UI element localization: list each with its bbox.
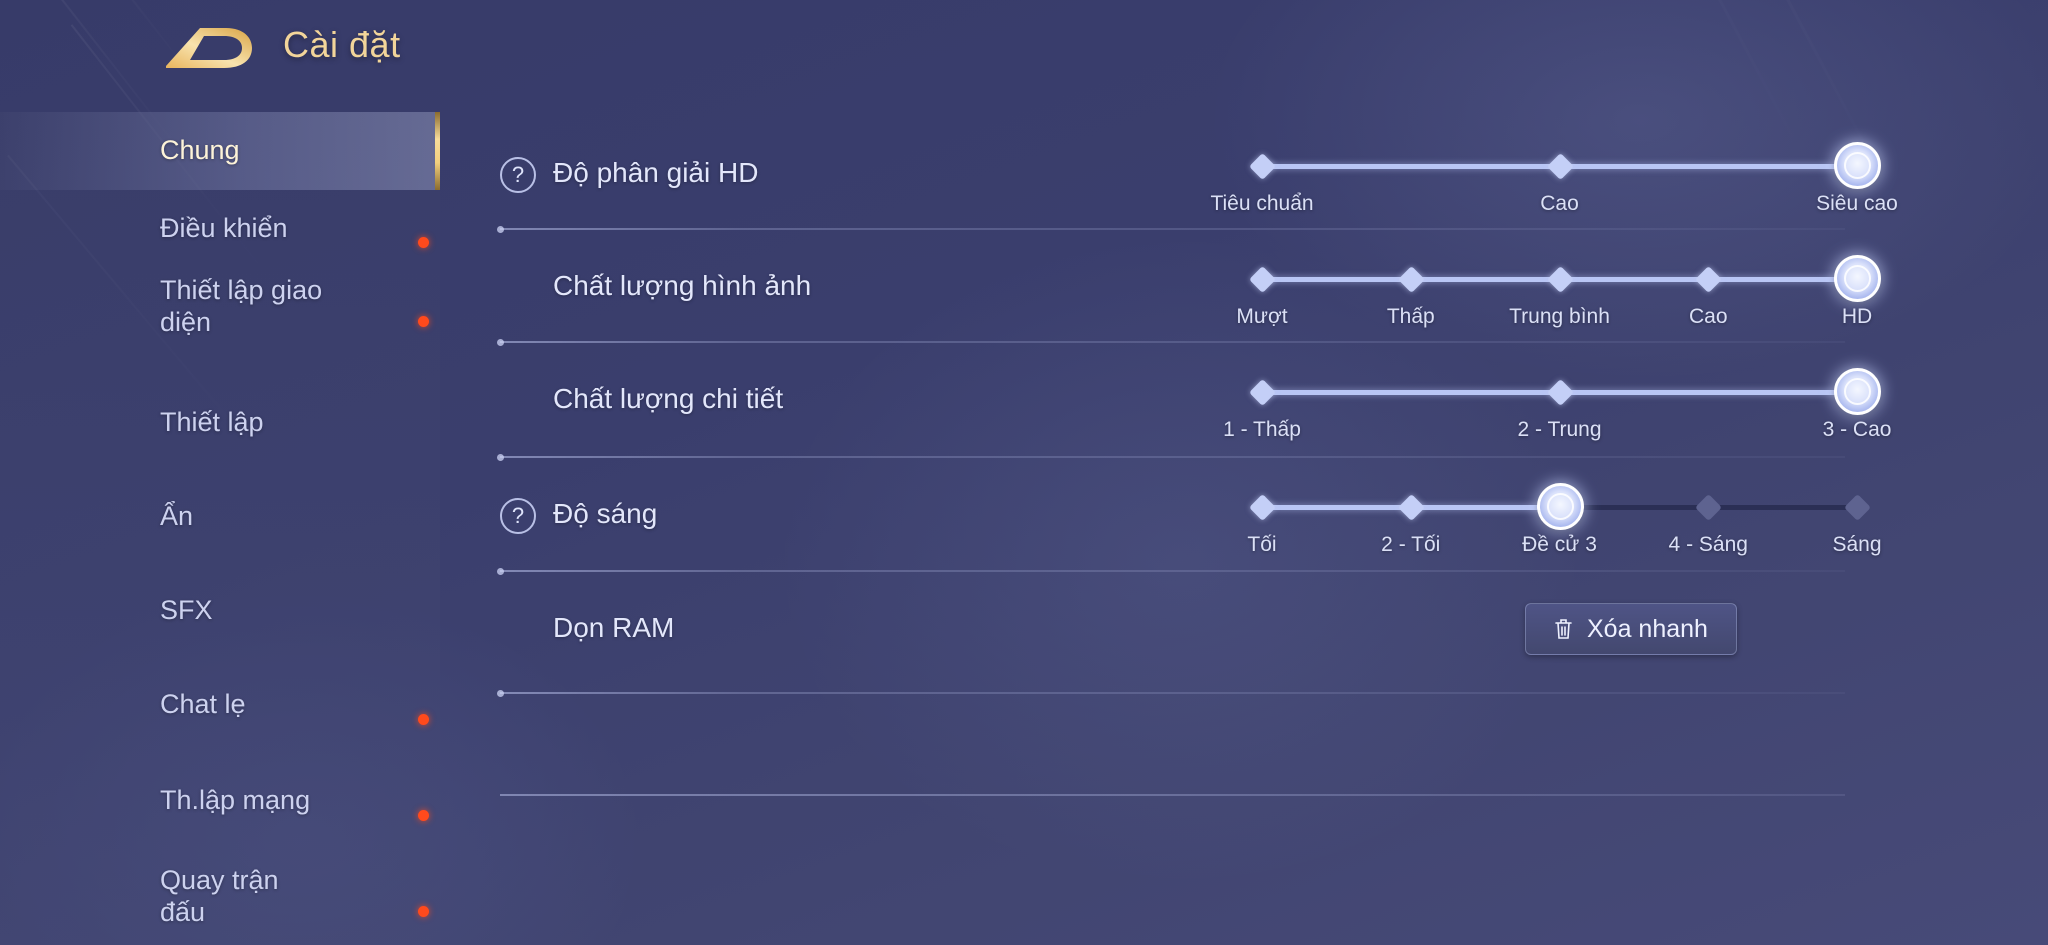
slider-tick[interactable]: [1546, 153, 1574, 180]
row-divider: [497, 568, 1845, 575]
row-divider: [497, 454, 1845, 461]
slider-option-label: Siêu cao: [1816, 192, 1898, 215]
sidebar-item-chung[interactable]: Chung: [0, 112, 440, 190]
slider-option-label: 1 - Thấp: [1223, 418, 1301, 441]
sidebar-item-thiet-lap-giao-dien[interactable]: Thiết lập giao diện: [0, 268, 440, 346]
slider-thumb[interactable]: [1834, 142, 1881, 189]
sidebar-item-thiet-lap[interactable]: Thiết lập: [0, 384, 440, 462]
slider-option-label: 2 - Trung: [1517, 418, 1602, 441]
sidebar-item-label: Điều khiển: [160, 213, 288, 244]
slider-thumb[interactable]: [1536, 483, 1584, 530]
setting-label: Chất lượng chi tiết: [553, 383, 784, 414]
sidebar-item-sfx[interactable]: SFX: [0, 572, 440, 650]
slider-option-label: Cao: [1688, 305, 1728, 328]
question-mark-icon[interactable]: ?: [500, 157, 536, 193]
setting-label: Độ sáng: [553, 498, 658, 529]
quick-clear-label: Xóa nhanh: [1587, 614, 1708, 643]
image-quality-slider[interactable]: Mượt Thấp Trung bình Cao HD: [1236, 247, 1881, 328]
sidebar-item-label: Th.lập mạng: [160, 785, 311, 816]
slider-option-label: 4 - Sáng: [1668, 533, 1748, 556]
brightness-slider[interactable]: Tối 2 - Tối Đề cử 3 4 - Sáng Sáng: [1247, 475, 1882, 556]
settings-screen: Cài đặt Chung Điều khiển Thiết lập giao …: [0, 0, 2048, 945]
slider-option-label: Trung bình: [1509, 305, 1610, 328]
notification-dot: [418, 237, 429, 248]
slider-tick[interactable]: [1249, 379, 1276, 406]
resolution-slider[interactable]: Tiêu chuẩn Cao Siêu cao: [1210, 134, 1898, 215]
slider-option-label: 2 - Tối: [1381, 533, 1441, 556]
slider-tick[interactable]: [1397, 494, 1425, 521]
header-bar: Cài đặt: [0, 0, 2048, 110]
slider-tick[interactable]: [1695, 494, 1723, 521]
slider-tick[interactable]: [1546, 266, 1574, 293]
row-divider: [497, 339, 1845, 346]
notification-dot: [418, 810, 429, 821]
slider-tick[interactable]: [1844, 494, 1871, 521]
slider-option-label: Đề cử 3: [1522, 533, 1597, 556]
slider-option-label: HD: [1841, 305, 1873, 328]
slider-option-label: Sáng: [1832, 533, 1882, 556]
sidebar-item-th-lap-mang[interactable]: Th.lập mạng: [0, 762, 440, 840]
slider-option-label: Mượt: [1236, 305, 1288, 328]
detail-quality-slider[interactable]: 1 - Thấp 2 - Trung 3 - Cao: [1223, 360, 1891, 441]
footer-divider: [500, 794, 1845, 796]
row-divider: [497, 226, 1845, 233]
slider-thumb[interactable]: [1834, 368, 1881, 415]
slider-tick[interactable]: [1249, 266, 1276, 293]
slider-option-label: Tiêu chuẩn: [1210, 192, 1314, 215]
setting-label: Chất lượng hình ảnh: [553, 270, 812, 301]
slider-tick[interactable]: [1546, 379, 1574, 406]
slider-tick[interactable]: [1249, 494, 1276, 521]
sidebar-item-label: Thiết lập giao diện: [160, 275, 323, 337]
notification-dot: [418, 316, 429, 327]
question-mark-icon[interactable]: ?: [500, 498, 536, 534]
setting-label: Dọn RAM: [553, 612, 675, 643]
sidebar-item-label: Ẩn: [160, 501, 194, 532]
slider-option-label: Cao: [1540, 192, 1579, 215]
sidebar-item-quay-tran-dau[interactable]: Quay trận đấu: [0, 858, 440, 936]
slider-option-label: Tối: [1247, 533, 1277, 556]
row-divider: [497, 690, 1845, 697]
sidebar-item-label: SFX: [160, 595, 213, 626]
notification-dot: [418, 714, 429, 725]
page-title: Cài đặt: [283, 24, 401, 65]
slider-tick[interactable]: [1695, 266, 1723, 293]
sidebar-item-label: Chat lẹ: [160, 689, 246, 720]
quick-clear-button[interactable]: Xóa nhanh: [1525, 603, 1737, 655]
sidebar: Chung Điều khiển Thiết lập giao diện Thi…: [0, 112, 440, 945]
slider-tick[interactable]: [1397, 266, 1425, 293]
slider-option-label: Thấp: [1386, 305, 1435, 328]
slider-thumb[interactable]: [1834, 255, 1881, 302]
slider-option-label: 3 - Cao: [1822, 418, 1892, 441]
sidebar-item-chat-le[interactable]: Chat lẹ: [0, 666, 440, 744]
notification-dot: [418, 906, 429, 917]
sidebar-item-an[interactable]: Ẩn: [0, 478, 440, 556]
brand-d-logo-icon: [160, 22, 256, 74]
sidebar-item-label: Thiết lập: [160, 407, 264, 438]
sidebar-item-label: Chung: [160, 135, 240, 166]
setting-label: Độ phân giải HD: [553, 157, 759, 188]
slider-tick[interactable]: [1249, 153, 1276, 180]
sidebar-item-label: Quay trận đấu: [160, 865, 279, 927]
sidebar-item-dieu-khien[interactable]: Điều khiển: [0, 190, 440, 268]
trash-icon: [1554, 618, 1573, 640]
settings-content: ? Độ phân giải HD Tiêu chuẩn Cao Siêu ca…: [440, 112, 2048, 945]
